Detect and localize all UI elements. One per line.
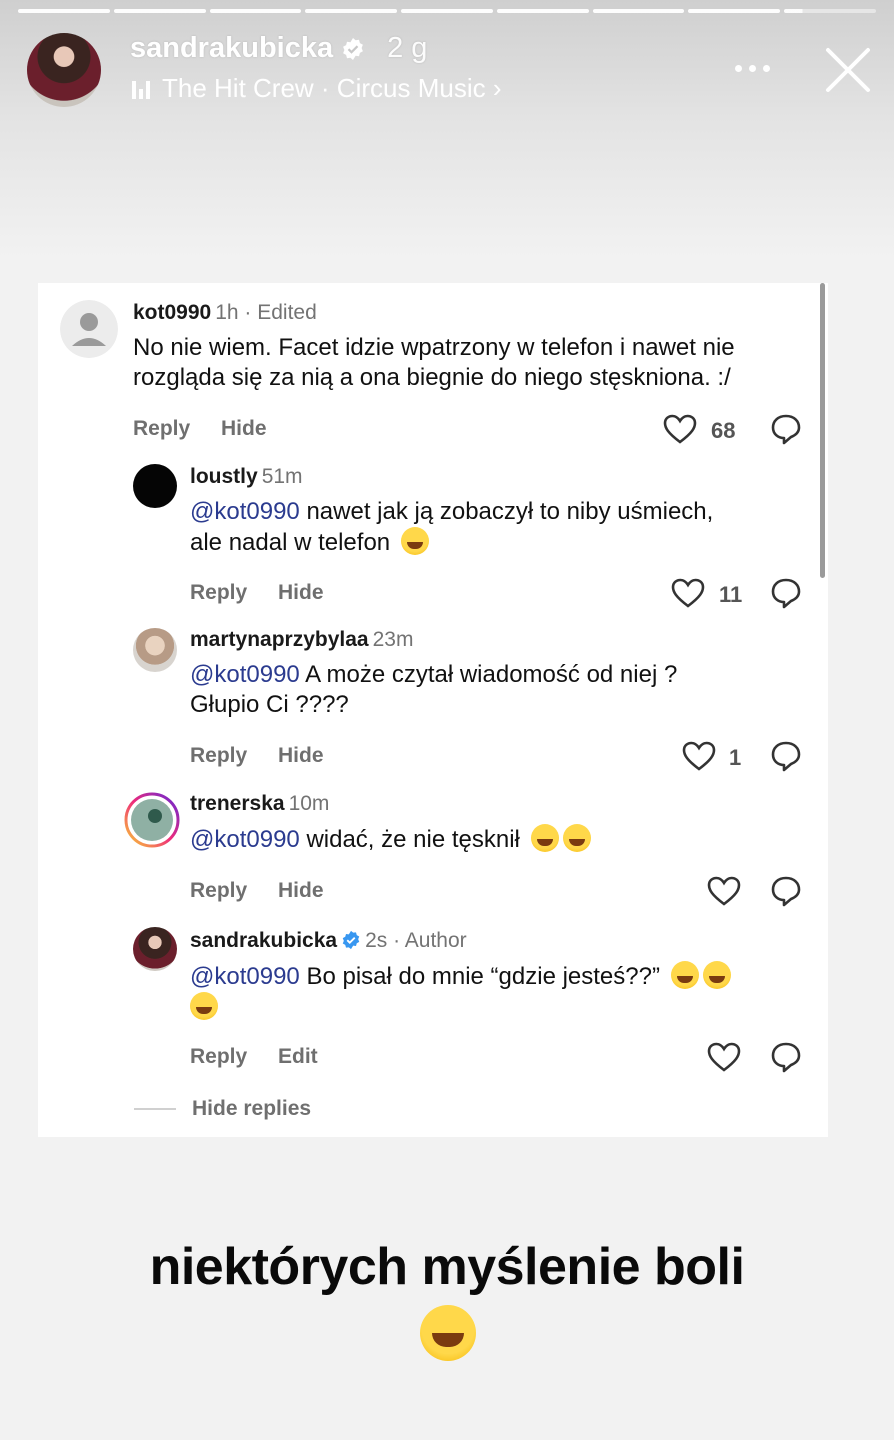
like-count: 68 bbox=[711, 418, 736, 443]
reply-button[interactable]: Reply bbox=[190, 581, 247, 605]
comment-meta: 10m bbox=[288, 792, 330, 815]
comment-text-line: Bo pisał do mnie “gdzie jesteś??” bbox=[299, 963, 660, 990]
comment-username-row[interactable]: trenerska 10m bbox=[190, 792, 329, 816]
like-count: 11 bbox=[719, 582, 743, 607]
comment-username[interactable]: trenerska bbox=[190, 792, 285, 815]
comment-text: @kot0990 A może czytał wiadomość od niej… bbox=[190, 660, 800, 720]
comment-text: No nie wiem. Facet idzie wpatrzony w tel… bbox=[133, 333, 803, 393]
story-ring-avatar[interactable] bbox=[124, 792, 180, 848]
comment-meta: 51m bbox=[261, 465, 303, 488]
comment-text-line: nawet jak ją zobaczył to niby uśmiech, bbox=[299, 498, 714, 525]
comment-text-line: rozgląda się za nią a ona biegnie do nie… bbox=[133, 364, 731, 391]
comment-text-line: A może czytał wiadomość od niej ? bbox=[299, 661, 678, 688]
heart-icon[interactable] bbox=[707, 1042, 741, 1072]
reply-button[interactable]: Reply bbox=[190, 744, 247, 768]
comment-text-line: widać, że nie tęsknił bbox=[299, 826, 520, 853]
hide-replies-button[interactable]: Hide replies bbox=[192, 1097, 311, 1121]
emoji-icon bbox=[190, 992, 218, 1020]
heart-icon[interactable] bbox=[663, 414, 697, 444]
hide-button[interactable]: Hide bbox=[278, 744, 324, 768]
more-options-icon[interactable] bbox=[735, 60, 777, 76]
user-avatar[interactable] bbox=[133, 628, 177, 672]
mention-link[interactable]: @kot0990 bbox=[190, 498, 300, 525]
progress-segment-current bbox=[784, 9, 877, 13]
comment-meta: 2s · Author bbox=[365, 929, 467, 952]
reply-button[interactable]: Reply bbox=[133, 417, 190, 441]
hide-button[interactable]: Hide bbox=[278, 879, 324, 903]
mention-link[interactable]: @kot0990 bbox=[190, 963, 300, 990]
reply-button[interactable]: Reply bbox=[190, 1045, 247, 1069]
comment-username[interactable]: martynaprzybylaa bbox=[190, 628, 369, 651]
emoji-icon bbox=[670, 961, 699, 989]
verified-badge-icon bbox=[342, 930, 360, 950]
reply-arrow-icon[interactable] bbox=[770, 413, 802, 445]
progress-segment bbox=[209, 9, 302, 13]
comment-username-row[interactable]: loustly 51m bbox=[190, 465, 303, 489]
comment-username[interactable]: loustly bbox=[190, 465, 258, 488]
comment-meta: 23m bbox=[372, 628, 414, 651]
user-avatar[interactable] bbox=[133, 464, 177, 508]
hide-button[interactable]: Hide bbox=[278, 581, 324, 605]
story-username[interactable]: sandrakubicka bbox=[130, 32, 333, 65]
like-count: 1 bbox=[729, 745, 742, 770]
mention-link[interactable]: @kot0990 bbox=[190, 661, 300, 688]
music-bars-icon bbox=[132, 79, 150, 99]
edit-button[interactable]: Edit bbox=[278, 1045, 318, 1069]
story-caption: niektórych myślenie boli bbox=[149, 1238, 745, 1296]
default-avatar-icon[interactable] bbox=[60, 300, 118, 358]
mention-link[interactable]: @kot0990 bbox=[190, 826, 300, 853]
verified-badge-icon bbox=[343, 37, 364, 60]
reply-arrow-icon[interactable] bbox=[770, 875, 802, 907]
comment-text: @kot0990 Bo pisał do mnie “gdzie jesteś?… bbox=[190, 961, 800, 1023]
progress-segment bbox=[305, 9, 398, 13]
reply-arrow-icon[interactable] bbox=[770, 577, 802, 609]
comment-text: @kot0990 nawet jak ją zobaczył to niby u… bbox=[190, 497, 800, 558]
progress-segment bbox=[592, 9, 685, 13]
reply-arrow-icon[interactable] bbox=[770, 740, 802, 772]
reply-button[interactable]: Reply bbox=[190, 879, 247, 903]
comment-username[interactable]: sandrakubicka bbox=[190, 929, 337, 952]
story-avatar[interactable] bbox=[27, 33, 101, 107]
story-time: 2 g bbox=[387, 32, 428, 64]
heart-icon[interactable] bbox=[707, 876, 741, 906]
progress-segment bbox=[401, 9, 493, 13]
comment-text-line: No nie wiem. Facet idzie wpatrzony w tel… bbox=[133, 334, 735, 361]
progress-segment bbox=[688, 9, 781, 13]
user-avatar[interactable] bbox=[133, 927, 177, 971]
music-attribution[interactable]: The Hit Crew · Circus Music › bbox=[132, 73, 501, 104]
comment-text: @kot0990 widać, że nie tęsknił bbox=[190, 824, 800, 855]
laughing-emoji-icon bbox=[420, 1305, 476, 1361]
emoji-icon bbox=[400, 527, 429, 555]
comment-username-row[interactable]: martynaprzybylaa 23m bbox=[190, 628, 413, 652]
emoji-icon bbox=[562, 824, 591, 852]
hide-replies-divider bbox=[134, 1108, 176, 1110]
comment-username[interactable]: kot0990 bbox=[133, 301, 211, 324]
reply-arrow-icon[interactable] bbox=[770, 1041, 802, 1073]
progress-segment bbox=[113, 9, 206, 13]
comment-meta: 1h · Edited bbox=[215, 301, 317, 324]
heart-icon[interactable] bbox=[671, 578, 705, 608]
comment-text-line: Głupio Ci ???? bbox=[190, 691, 349, 718]
comment-username-row[interactable]: kot0990 1h · Edited bbox=[133, 301, 317, 325]
comment-username-row[interactable]: sandrakubicka 2s · Author bbox=[190, 929, 467, 953]
story-username-row[interactable]: sandrakubicka 2 g bbox=[130, 32, 427, 65]
emoji-icon bbox=[530, 824, 559, 852]
close-icon[interactable] bbox=[823, 45, 873, 95]
progress-segment bbox=[496, 9, 589, 13]
hide-button[interactable]: Hide bbox=[221, 417, 267, 441]
emoji-icon bbox=[702, 961, 731, 989]
heart-icon[interactable] bbox=[682, 741, 716, 771]
comment-text-line: ale nadal w telefon bbox=[190, 529, 391, 556]
music-title[interactable]: The Hit Crew · Circus Music › bbox=[162, 73, 501, 104]
progress-segment bbox=[18, 9, 110, 13]
story-progress-bar bbox=[18, 9, 877, 13]
scrollbar[interactable] bbox=[820, 283, 825, 578]
